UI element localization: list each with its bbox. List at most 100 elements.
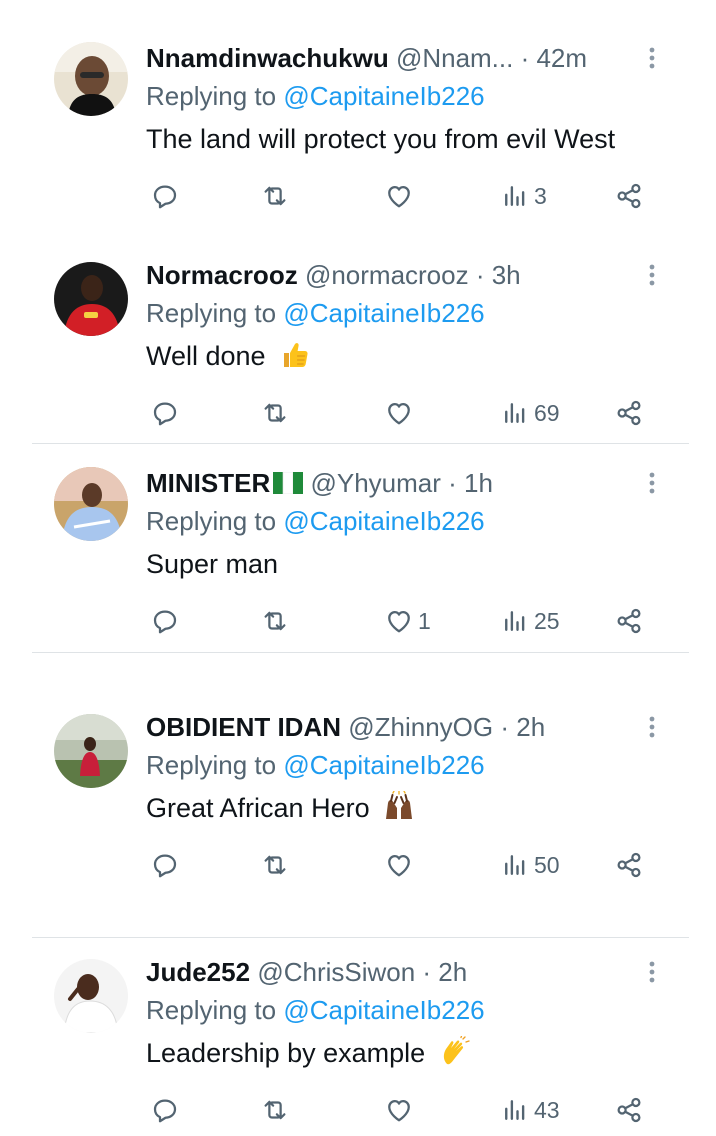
retweet-button[interactable] — [260, 1092, 290, 1128]
tweet-header: Nnamdinwachukwu @Nnam... · 42m — [146, 42, 587, 74]
timestamp[interactable]: · 2h — [415, 957, 467, 987]
retweet-button[interactable] — [260, 847, 290, 883]
views-icon — [500, 181, 530, 211]
tweet-header: Jude252 @ChrisSiwon · 2h — [146, 956, 467, 988]
share-button[interactable] — [614, 1092, 644, 1128]
tweet-header: MINISTER @Yhyumar · 1h — [146, 467, 493, 499]
nigeria-flag-emoji — [273, 472, 304, 494]
retweet-button[interactable] — [260, 395, 290, 431]
display-name[interactable]: MINISTER — [146, 468, 270, 498]
timestamp[interactable]: · 2h — [493, 712, 545, 742]
like-button[interactable] — [384, 178, 418, 214]
replying-to: Replying to @CapitaineIb226 — [146, 749, 485, 781]
user-handle[interactable]: @Yhyumar — [310, 468, 440, 498]
replying-to-label: Replying to — [146, 506, 284, 536]
replying-to-label: Replying to — [146, 750, 284, 780]
like-count: 1 — [418, 607, 431, 634]
tweet-text: Super man — [146, 547, 278, 581]
like-button[interactable] — [384, 1092, 418, 1128]
reply-button[interactable] — [150, 178, 180, 214]
tweet-text-content: Leadership by example — [146, 1038, 433, 1068]
timestamp[interactable]: · 42m — [521, 43, 587, 73]
tweet-text: Well done — [146, 339, 311, 373]
share-button[interactable] — [614, 178, 644, 214]
reply-button[interactable] — [150, 603, 180, 639]
mention-link[interactable]: @CapitaineIb226 — [283, 995, 484, 1025]
tweet-header: OBIDIENT IDAN @ZhinnyOG · 2h — [146, 711, 545, 743]
mention-link[interactable]: @CapitaineIb226 — [283, 298, 484, 328]
divider — [32, 937, 689, 938]
avatar[interactable] — [54, 714, 128, 788]
divider — [32, 443, 689, 444]
tweet-text-content: Well done — [146, 341, 274, 371]
reply-button[interactable] — [150, 847, 180, 883]
more-icon[interactable] — [640, 467, 664, 499]
retweet-icon — [260, 850, 290, 880]
share-button[interactable] — [614, 603, 644, 639]
user-handle[interactable]: @normacrooz — [305, 260, 469, 290]
tweet-header: Normacrooz @normacrooz · 3h — [146, 259, 521, 291]
avatar[interactable] — [54, 959, 128, 1033]
raising-hands-emoji — [383, 791, 415, 823]
share-button[interactable] — [614, 847, 644, 883]
heart-icon — [384, 398, 414, 428]
views-button[interactable]: 69 — [500, 395, 560, 431]
tweet-text-content: Super man — [146, 549, 279, 579]
like-button[interactable] — [384, 395, 418, 431]
share-icon — [614, 1095, 644, 1125]
user-handle[interactable]: @Nnam... — [396, 43, 513, 73]
reply-icon — [150, 181, 180, 211]
user-handle[interactable]: @ChrisSiwon — [257, 957, 415, 987]
heart-icon — [384, 606, 414, 636]
clapping-hands-emoji — [439, 1036, 471, 1068]
view-count: 43 — [534, 1096, 560, 1123]
tweet-text: Great African Hero — [146, 791, 415, 825]
retweet-icon — [260, 181, 290, 211]
views-button[interactable]: 50 — [500, 847, 560, 883]
share-button[interactable] — [614, 395, 644, 431]
replying-to: Replying to @CapitaineIb226 — [146, 505, 485, 537]
share-icon — [614, 398, 644, 428]
more-icon[interactable] — [640, 956, 664, 988]
tweet-text-content: The land will protect you from evil West — [146, 124, 616, 154]
mention-link[interactable]: @CapitaineIb226 — [283, 506, 484, 536]
replying-to: Replying to @CapitaineIb226 — [146, 297, 485, 329]
timestamp[interactable]: · 1h — [441, 468, 493, 498]
heart-icon — [384, 850, 414, 880]
reply-button[interactable] — [150, 395, 180, 431]
share-icon — [614, 606, 644, 636]
display-name[interactable]: Jude252 — [146, 957, 250, 987]
views-button[interactable]: 3 — [500, 178, 547, 214]
user-handle[interactable]: @ZhinnyOG — [348, 712, 493, 742]
more-icon[interactable] — [640, 259, 664, 291]
retweet-icon — [260, 1095, 290, 1125]
like-button[interactable] — [384, 847, 418, 883]
views-button[interactable]: 43 — [500, 1092, 560, 1128]
tweet-text-content: Great African Hero — [146, 793, 378, 823]
display-name[interactable]: OBIDIENT IDAN — [146, 712, 341, 742]
avatar[interactable] — [54, 262, 128, 336]
avatar[interactable] — [54, 42, 128, 116]
tweet-text: The land will protect you from evil West — [146, 122, 615, 156]
views-icon — [500, 1095, 530, 1125]
share-icon — [614, 181, 644, 211]
avatar[interactable] — [54, 467, 128, 541]
reply-button[interactable] — [150, 1092, 180, 1128]
action-bar: 69 — [146, 395, 666, 431]
timestamp[interactable]: · 3h — [469, 260, 521, 290]
more-icon[interactable] — [640, 42, 664, 74]
views-button[interactable]: 25 — [500, 603, 560, 639]
more-icon[interactable] — [640, 711, 664, 743]
thumbs-up-emoji — [279, 339, 311, 371]
views-icon — [500, 606, 530, 636]
display-name[interactable]: Normacrooz — [146, 260, 298, 290]
display-name[interactable]: Nnamdinwachukwu — [146, 43, 389, 73]
views-icon — [500, 398, 530, 428]
mention-link[interactable]: @CapitaineIb226 — [283, 750, 484, 780]
retweet-button[interactable] — [260, 603, 290, 639]
retweet-button[interactable] — [260, 178, 290, 214]
share-icon — [614, 850, 644, 880]
like-button[interactable]: 1 — [384, 603, 431, 639]
mention-link[interactable]: @CapitaineIb226 — [283, 81, 484, 111]
replying-to: Replying to @CapitaineIb226 — [146, 80, 485, 112]
